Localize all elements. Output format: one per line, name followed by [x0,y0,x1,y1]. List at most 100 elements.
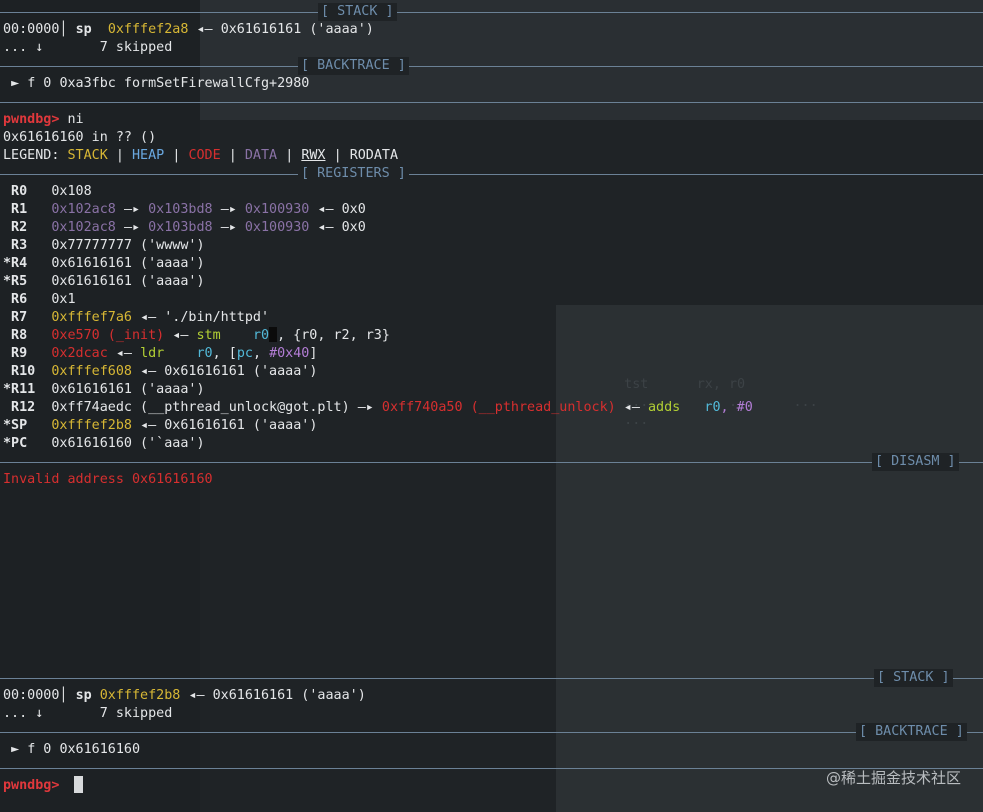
register-name: R10 [3,364,36,379]
legend-stack: STACK [67,148,108,163]
stack-value: 0x61616161 ('aaaa') [220,22,374,37]
separator-title: [ BACKTRACE ] [298,57,409,75]
error-text: Invalid address 0x61616160 [3,472,213,487]
pointer-value: 0xfffef2b8 [51,418,132,433]
register-value: 0x77777777 ('wwww') [51,238,205,253]
stack-entry-top: 00:0000│ sp 0xfffef2a8 ◂— 0x61616161 ('a… [3,21,374,39]
stack-address: 0xfffef2b8 [99,688,181,703]
register-value: 0x61616161 ('aaaa') [51,274,205,289]
register-value: 0x61616161 ('aaaa') [164,364,318,379]
register-r1: R1 0x102ac8 —▸ 0x103bd8 —▸ 0x100930 ◂— 0… [3,201,366,219]
terminal-window[interactable]: [ STACK ] 00:0000│ sp 0xfffef2a8 ◂— 0x61… [0,0,983,812]
stack-skip-top: ... ↓ 7 skipped [3,39,172,57]
register-r10: R10 0xfffef608 ◂— 0x61616161 ('aaaa') [3,363,317,381]
register-name: R9 [3,346,28,361]
frame-entry: 0xa3fbc formSetFirewallCfg+2980 [59,76,310,91]
register-name: *SP [3,418,28,433]
skip-dots: ... ↓ [3,706,44,721]
frame-number: f 0 [27,742,52,757]
punct: ] [309,346,318,361]
register-name: R3 [3,238,28,253]
register-value: 0x61616161 ('aaaa') [51,382,205,397]
stack-reg: sp [75,688,92,703]
prompt-line-current[interactable]: pwndbg> [3,777,59,795]
legend-rwx: RWX [301,148,326,163]
arrow: —▸ [123,202,141,217]
arrow: ◂— [188,688,205,703]
stack-reg: sp [75,22,92,37]
stack-entry-bottom: 00:0000│ sp 0xfffef2b8 ◂— 0x61616161 ('a… [3,687,366,705]
register-r5: *R5 0x61616161 ('aaaa') [3,273,205,291]
pointer-value: 0x102ac8 [51,202,116,217]
arrow: ◂— [172,328,189,343]
instruction-mnemonic: stm [196,328,221,343]
register-name: R6 [3,292,28,307]
frame-marker-icon: ► [11,742,20,757]
instruction-operands: , {r0, r2, r3} [277,328,390,343]
instruction-operand: r0 [252,328,270,343]
instruction-mnemonic: ldr [140,346,165,361]
stack-skip-bottom: ... ↓ 7 skipped [3,705,172,723]
backtrace-frame-bottom: ► f 0 0x61616160 [3,741,140,759]
punct: , [252,346,270,361]
pointer-value: 0x100930 [244,202,310,217]
arrow: ◂— [196,22,213,37]
terminal-cursor[interactable] [74,776,83,793]
separator-title: [ REGISTERS ] [298,165,409,183]
arrow: ◂— [115,346,132,361]
arrow: ◂— [140,364,157,379]
stack-offset: 00:0000│ [3,22,68,37]
pointer-value: 0x102ac8 [51,220,116,235]
pointer-value: 0x100930 [244,220,310,235]
code-pointer: 0xe570 (_init) [51,328,165,343]
separator-stack-top: [ STACK ] [0,3,983,21]
separator-disasm: [ DISASM ] [0,453,983,471]
separator-title: [ DISASM ] [872,453,959,471]
register-name: *R11 [3,382,36,397]
pointer-value: 0xff74aedc (__pthread_unlock@got.plt) [51,400,350,415]
register-sp: *SP 0xfffef2b8 ◂— 0x61616161 ('aaaa') [3,417,317,435]
legend-bar: | [228,148,237,163]
register-r12: R12 0xff74aedc (__pthread_unlock@got.plt… [3,399,753,417]
register-r3: R3 0x77777777 ('wwww') [3,237,205,255]
skip-text: 7 skipped [99,40,173,55]
legend-bar: | [285,148,294,163]
legend-code: CODE [188,148,221,163]
separator-blank [0,93,983,111]
text-cursor-block [269,327,278,342]
register-r7: R7 0xfffef7a6 ◂— './bin/httpd' [3,309,269,327]
register-value: 0x108 [51,184,92,199]
location-line: 0x61616160 in ?? () [3,129,156,147]
code-pointer: 0xff740a50 (__pthread_unlock) [381,400,616,415]
register-r11: *R11 0x61616161 ('aaaa') [3,381,205,399]
pointer-value: 0x103bd8 [148,202,213,217]
arrow: ◂— [623,400,640,415]
instruction-immediate: , #0 [720,400,753,415]
arrow: ◂— [317,202,334,217]
legend-line: LEGEND: STACK | HEAP | CODE | DATA | RWX… [3,147,398,165]
separator-title: [ STACK ] [318,3,397,21]
instruction-mnemonic: adds [647,400,681,415]
instruction-operand: pc [236,346,253,361]
pointer-value: 0x0 [341,202,366,217]
separator-title: [ STACK ] [874,669,953,687]
frame-number: f 0 [27,76,52,91]
invalid-address-message: Invalid address 0x61616160 [3,471,213,489]
register-name: R1 [3,202,28,217]
arrow: —▸ [123,220,141,235]
separator-backtrace-top: [ BACKTRACE ] [0,57,983,75]
punct: , [ [212,346,237,361]
register-name: R8 [3,328,28,343]
register-name: R7 [3,310,28,325]
pointer-value: 0xfffef7a6 [51,310,132,325]
watermark: @稀土掘金技术社区 [825,769,961,787]
register-name: R0 [3,184,28,199]
arrow: —▸ [220,220,237,235]
register-value: 0x1 [51,292,76,307]
stack-address: 0xfffef2a8 [107,22,189,37]
legend-heap: HEAP [132,148,165,163]
arrow: —▸ [357,400,374,415]
separator-registers: [ REGISTERS ] [0,165,983,183]
legend-bar: | [172,148,181,163]
arrow: —▸ [220,202,237,217]
